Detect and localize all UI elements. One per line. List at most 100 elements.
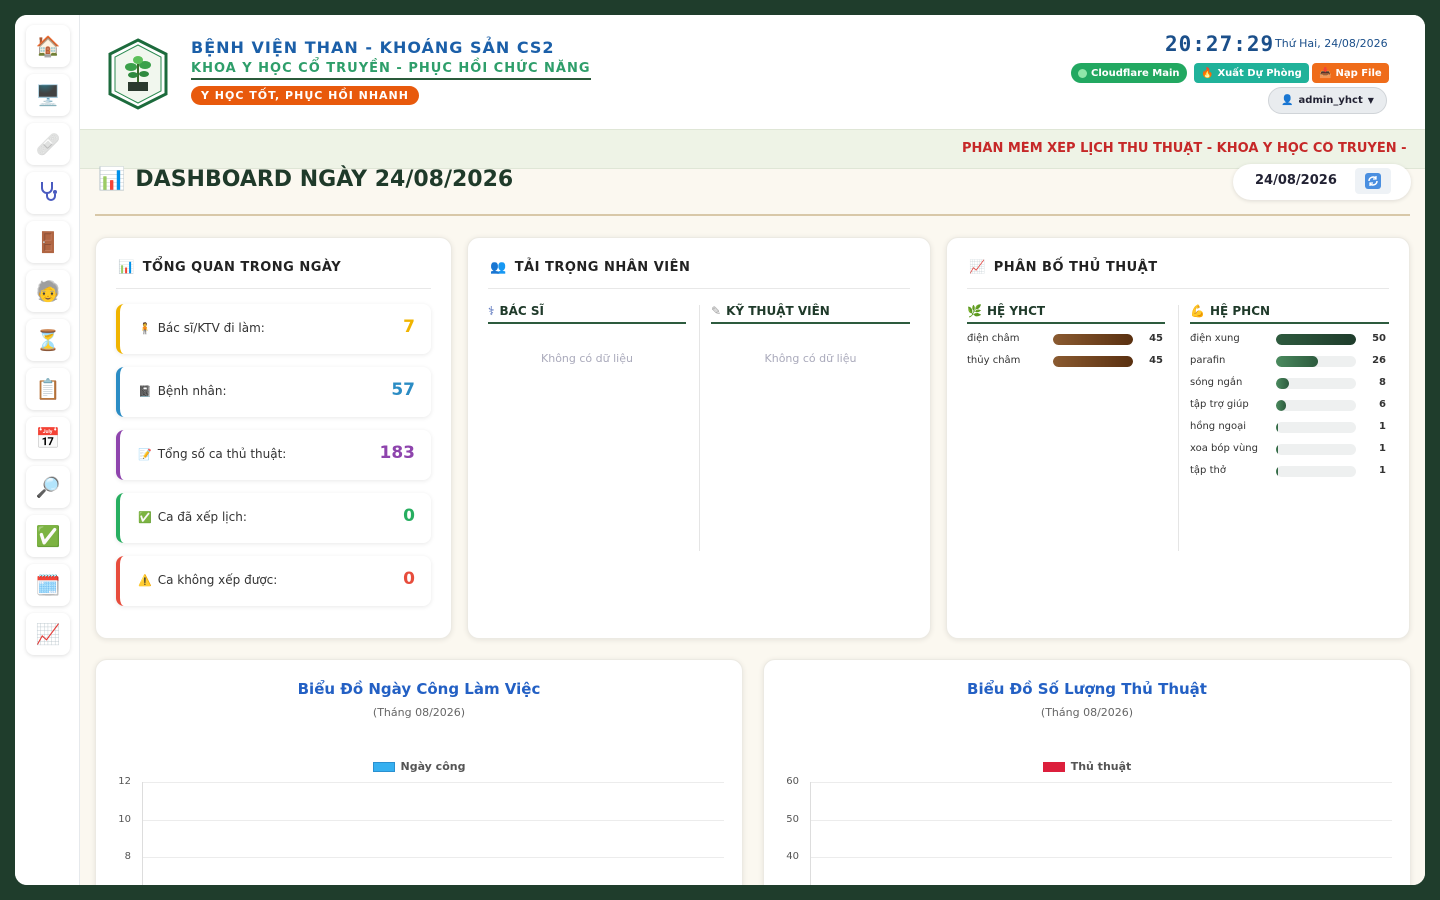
check-icon: ✅ (138, 510, 152, 524)
sidebar-item-doctors[interactable] (26, 172, 70, 214)
yhct-column-label: HỆ YHCT (986, 304, 1046, 318)
stethoscope-icon: ⚕ (488, 304, 495, 318)
distribution-bar-fill (1053, 356, 1133, 367)
sidebar-item-search[interactable]: 🔎 (26, 466, 70, 508)
cloudflare-button[interactable]: Cloudflare Main (1071, 63, 1187, 83)
y-axis (142, 782, 143, 885)
legend-swatch (372, 761, 395, 772)
trend-icon: 📈 (969, 260, 986, 275)
sidebar-item-rooms[interactable]: 🚪 (26, 221, 70, 263)
card-divider (488, 288, 910, 289)
upload-icon: 📥 (1319, 67, 1332, 79)
procedure-distribution-card: 📈 PHÂN BỐ THỦ THUẬT 🌿 HỆ YHCT 💪 HỆ PHCN điệ… (946, 237, 1410, 639)
sidebar-item-waiting[interactable]: ⏳ (26, 319, 70, 361)
grid-line (142, 782, 724, 783)
chart-title: Biểu Đồ Ngày Công Làm Việc (297, 680, 541, 698)
schedule-icon: 🗓️ (35, 573, 61, 597)
workday-chart-card: Biểu Đồ Ngày Công Làm Việc (Tháng 08/202… (95, 659, 743, 885)
yhct-column-header: 🌿 HỆ YHCT (967, 304, 1165, 324)
staff-load-card: 👥 TẢI TRỌNG NHÂN VIÊN ⚕ BÁC SĨ ✎ KỸ THUẬT V… (467, 237, 931, 639)
sidebar-item-calendar[interactable]: 📅 (26, 417, 70, 459)
calendar-icon: 📅 (35, 426, 61, 450)
slogan-badge: Y HỌC TỐT, PHỤC HỒI NHANH (191, 86, 419, 105)
people-icon: 👥 (490, 260, 507, 275)
stat-label-text: Ca không xếp được: (157, 573, 278, 587)
export-backup-button[interactable]: 🔥 Xuất Dự Phòng (1194, 63, 1309, 83)
load-file-label: Nạp File (1335, 67, 1382, 79)
distribution-row: điện xung 50 (1190, 333, 1390, 347)
sidebar-item-clipboard[interactable]: 📋 (26, 368, 70, 410)
muscle-icon: 💪 (1190, 304, 1205, 318)
doctor-column-label: BÁC SĨ (499, 304, 545, 318)
sidebar-item-stats[interactable]: 📈 (26, 613, 70, 655)
sidebar-item-home[interactable]: 🏠 (26, 25, 70, 67)
stat-item: ⚠️ Ca không xếp được: 0 (116, 556, 431, 606)
divider (95, 214, 1410, 216)
bar-chart-icon: 📊 (118, 260, 135, 275)
procedure-name: thủy châm (967, 355, 1021, 366)
stat-label: 🧍 Bác sĩ/KTV đi làm: (138, 321, 265, 335)
column-separator (1178, 305, 1179, 551)
doctor-column-header: ⚕ BÁC SĨ (488, 304, 686, 324)
y-tick-label: 60 (786, 776, 799, 787)
home-icon: 🏠 (35, 34, 61, 58)
hourglass-icon: ⏳ (35, 328, 61, 352)
y-tick-label: 12 (118, 776, 131, 787)
y-tick-label: 8 (124, 851, 131, 862)
date-picker-value[interactable]: 24/08/2026 (1255, 173, 1337, 188)
sidebar-item-check[interactable]: ✅ (26, 515, 70, 557)
date-picker[interactable]: 24/08/2026 (1233, 164, 1411, 200)
procedure-name: tập trợ giúp (1190, 399, 1249, 410)
user-menu-button[interactable]: 👤 admin_yhct ▼ (1268, 87, 1387, 114)
stat-item: ✅ Ca đã xếp lịch: 0 (116, 493, 431, 543)
staff-card-title: 👥 TẢI TRỌNG NHÂN VIÊN (490, 260, 690, 275)
distribution-row: xoa bóp vùng 1 (1190, 443, 1390, 457)
grid-line (810, 782, 1392, 783)
distribution-bar-track (1276, 466, 1356, 477)
card-divider (967, 288, 1389, 289)
stat-value: 7 (403, 317, 415, 337)
search-icon: 🔎 (35, 475, 61, 499)
stat-item: 🧍 Bác sĩ/KTV đi làm: 7 (116, 304, 431, 354)
doctor-empty-state: Không có dữ liệu (541, 352, 633, 365)
app-window: 🏠 🖥️ 🩹 🚪 🧓 ⏳ 📋 📅 🔎 ✅ 🗓️ 📈 BỆNH VIỆN THAN - KHOÁNG S… (15, 15, 1425, 885)
stat-label: 📓 Bệnh nhân: (138, 384, 227, 398)
load-file-button[interactable]: 📥 Nạp File (1312, 63, 1389, 83)
fire-icon: 🔥 (1201, 67, 1214, 79)
legend-label: Thủ thuật (1070, 760, 1132, 773)
phcn-column-label: HỆ PHCN (1209, 304, 1271, 318)
chart-legend[interactable]: Thủ thuật (764, 760, 1410, 773)
hospital-logo (104, 38, 172, 110)
cloudflare-button-label: Cloudflare Main (1091, 67, 1180, 79)
person-icon: 🧍 (138, 321, 152, 335)
sidebar-item-patients[interactable]: 🧓 (26, 270, 70, 312)
herb-icon: 🌿 (967, 304, 982, 318)
distribution-row: tập thở 1 (1190, 465, 1390, 479)
distribution-row: thủy châm 45 (967, 355, 1167, 369)
check-icon: ✅ (35, 524, 61, 548)
refresh-button[interactable] (1355, 168, 1391, 194)
chart-legend[interactable]: Ngày công (96, 760, 742, 773)
technician-empty-state: Không có dữ liệu (764, 352, 857, 365)
chart-subtitle: (Tháng 08/2026) (1040, 706, 1134, 719)
procedure-count: 45 (1149, 355, 1163, 366)
procedure-name: xoa bóp vùng (1190, 443, 1258, 454)
y-tick-label: 50 (786, 813, 799, 825)
technician-column-header: ✎ KỸ THUẬT VIÊN (711, 304, 910, 324)
procedure-count: 1 (1379, 465, 1386, 476)
chart-icon: 📈 (35, 622, 61, 646)
clock: 20:27:29 (1165, 32, 1275, 56)
distribution-bar-fill (1276, 400, 1286, 411)
sidebar-item-computer[interactable]: 🖥️ (26, 74, 70, 116)
user-icon: 👤 (1281, 95, 1294, 106)
page-title-text: DASHBOARD NGÀY 24/08/2026 (135, 167, 514, 192)
monitor-icon: 🖥️ (35, 83, 61, 107)
sidebar-item-procedures[interactable]: 🩹 (26, 123, 70, 165)
y-tick-label: 10 (118, 813, 131, 825)
sidebar-item-schedule[interactable]: 🗓️ (26, 564, 70, 606)
distribution-bar-fill (1053, 334, 1133, 345)
stat-item: 📓 Bệnh nhân: 57 (116, 367, 431, 417)
distribution-row: điện châm 45 (967, 333, 1167, 347)
main-area: BỆNH VIỆN THAN - KHOÁNG SẢN CS2 KHOA Y H… (80, 15, 1425, 885)
stat-value: 183 (379, 443, 416, 463)
